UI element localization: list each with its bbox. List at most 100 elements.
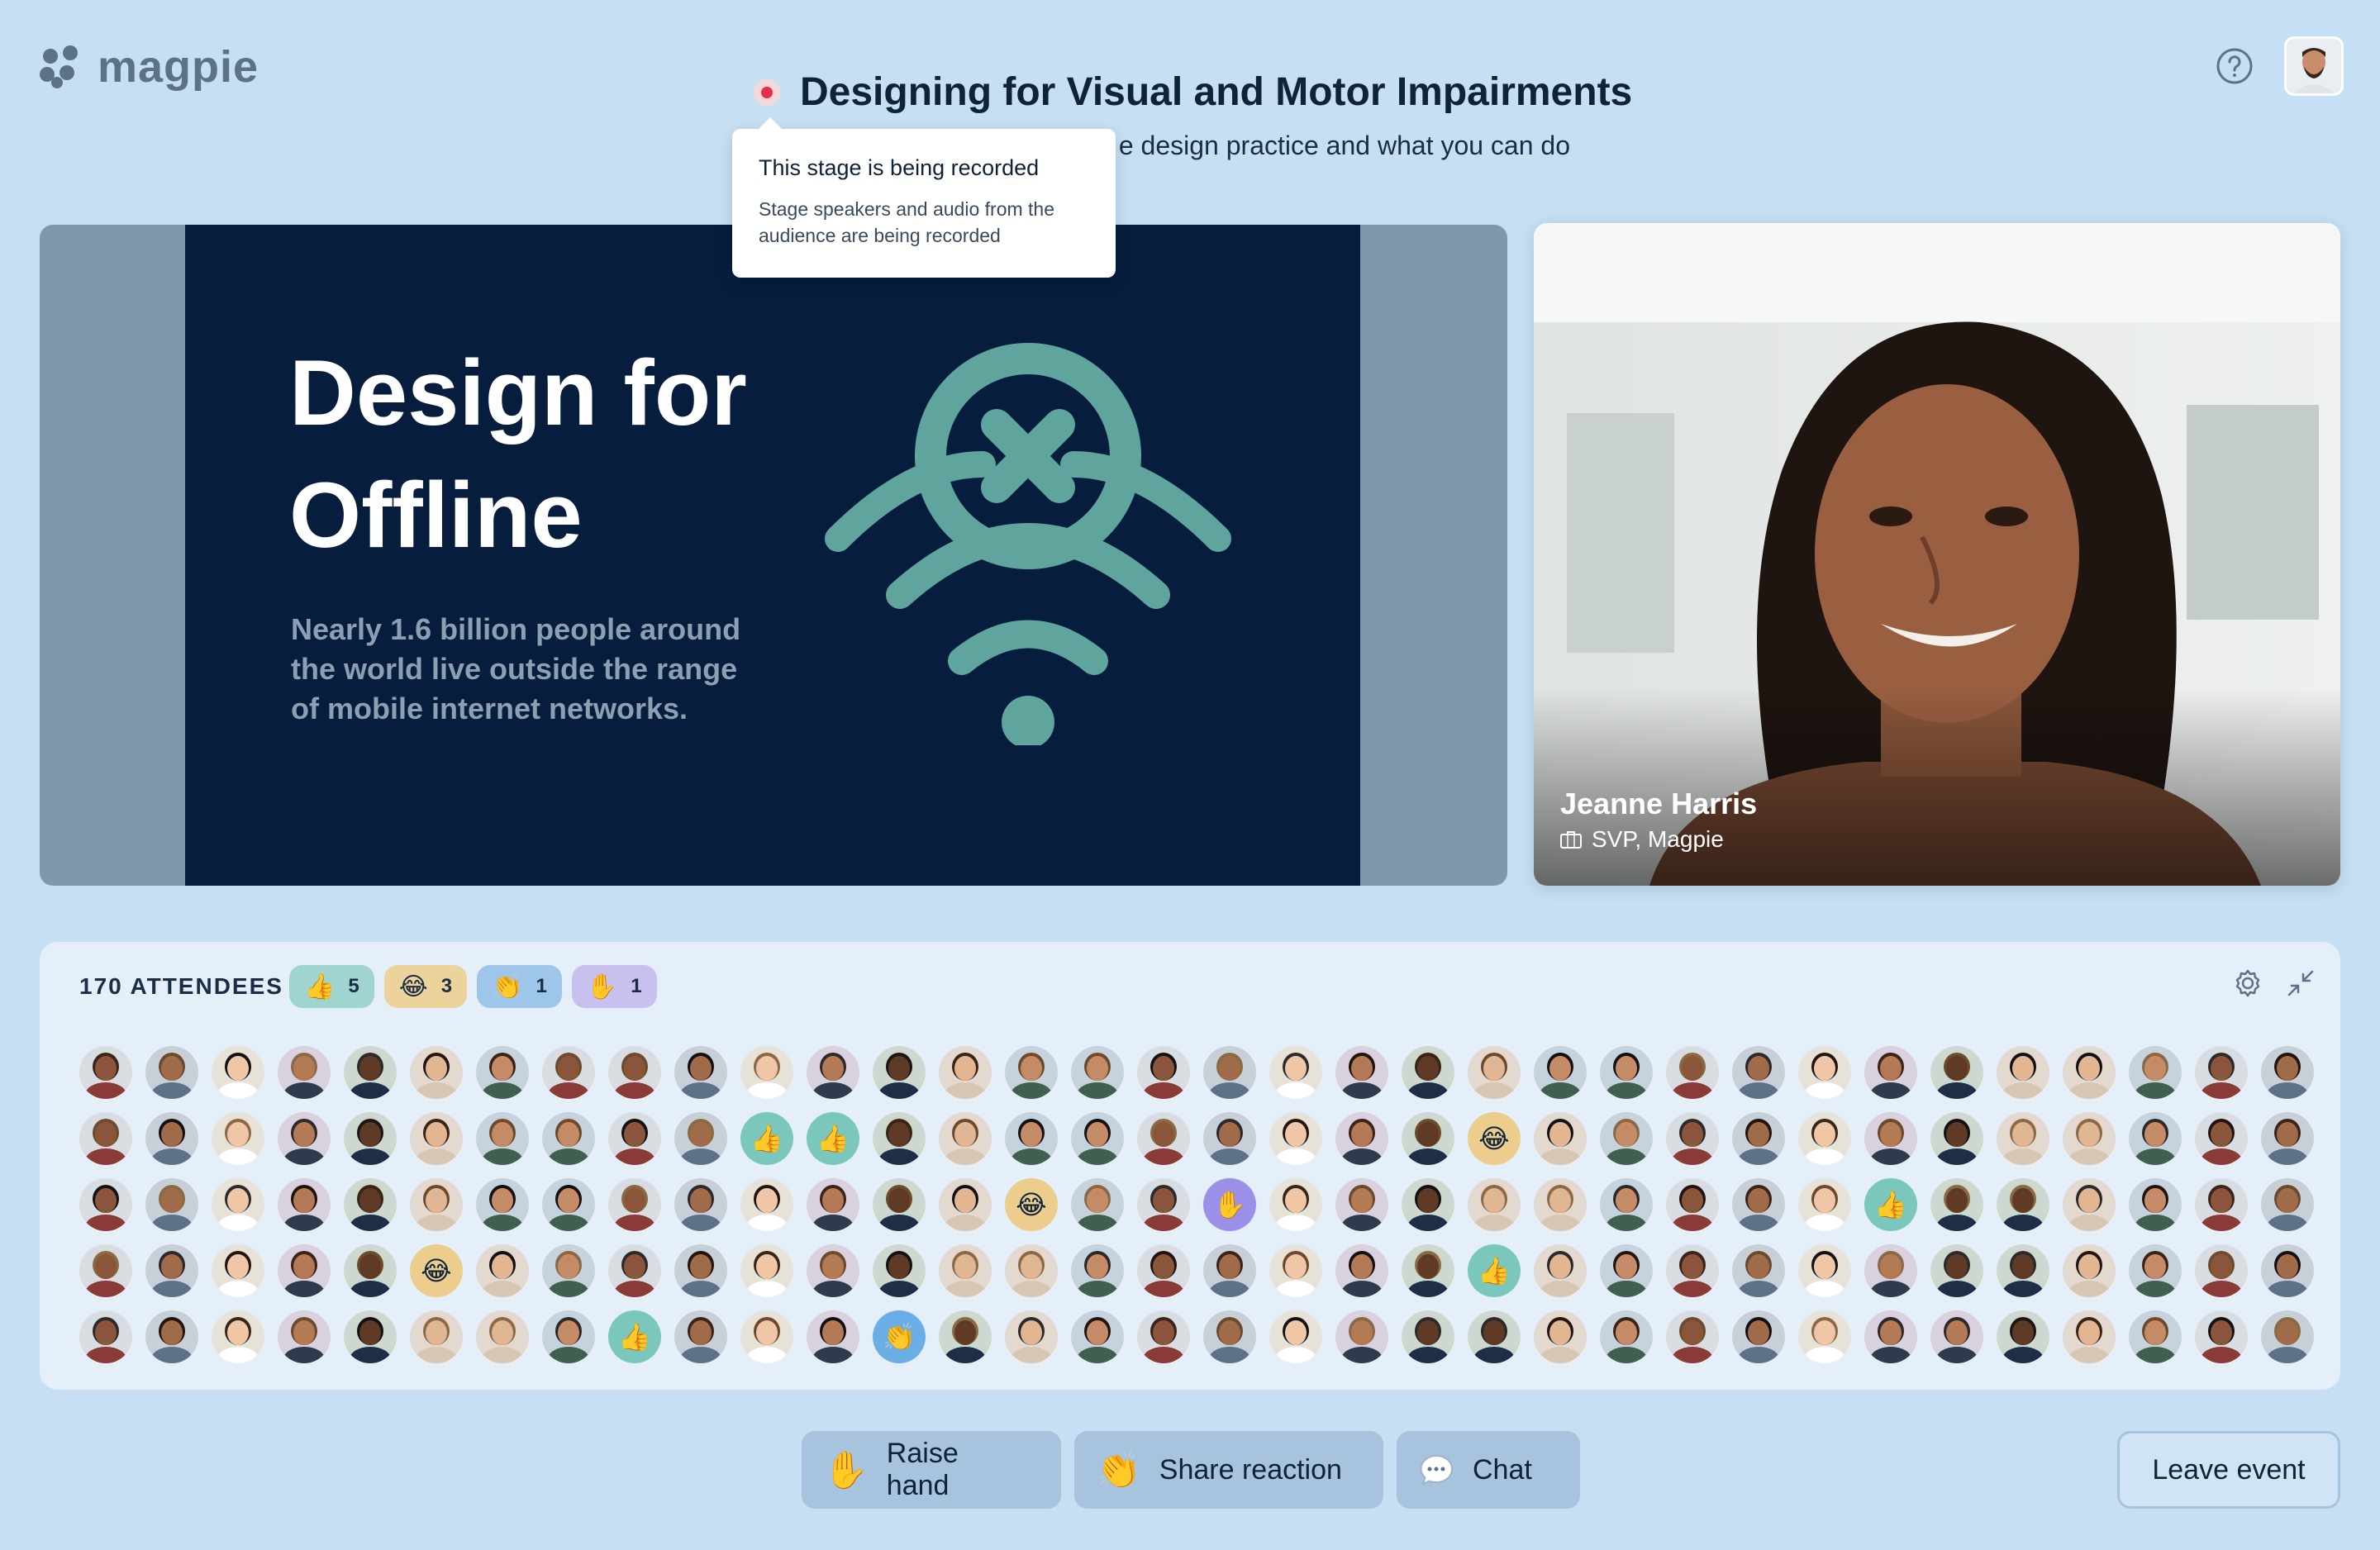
attendee-avatar[interactable] [1269,1244,1322,1297]
attendee-avatar[interactable] [1402,1112,1454,1165]
attendee-avatar[interactable] [476,1112,529,1165]
attendee-avatar[interactable] [674,1178,727,1231]
attendee-avatar[interactable] [542,1046,595,1099]
attendee-avatar[interactable] [79,1112,132,1165]
attendee-avatar[interactable] [1600,1310,1653,1363]
attendee-avatar[interactable] [873,1046,926,1099]
attendee-reaction-avatar[interactable]: 😂 [410,1244,463,1297]
attendee-avatar[interactable] [1269,1310,1322,1363]
attendee-avatar[interactable] [410,1310,463,1363]
attendee-avatar[interactable] [608,1178,661,1231]
attendee-avatar[interactable] [79,1178,132,1231]
attendee-avatar[interactable] [1203,1046,1256,1099]
attendee-avatar[interactable] [939,1310,992,1363]
attendee-avatar[interactable] [1798,1112,1851,1165]
attendee-avatar[interactable] [1137,1178,1190,1231]
recording-indicator-icon[interactable] [754,78,780,106]
attendee-avatar[interactable] [1864,1310,1917,1363]
attendee-reaction-avatar[interactable]: 👍 [608,1310,661,1363]
attendee-avatar[interactable] [1600,1178,1653,1231]
attendee-avatar[interactable] [1203,1244,1256,1297]
attendee-avatar[interactable] [1137,1112,1190,1165]
attendee-avatar[interactable] [2261,1178,2314,1231]
attendee-avatar[interactable] [2261,1046,2314,1099]
attendee-avatar[interactable] [2261,1112,2314,1165]
attendee-avatar[interactable] [1534,1046,1587,1099]
attendee-avatar[interactable] [278,1112,331,1165]
attendee-avatar[interactable] [807,1178,859,1231]
attendee-avatar[interactable] [1732,1112,1785,1165]
attendee-avatar[interactable] [1071,1310,1124,1363]
attendee-avatar[interactable] [2195,1178,2248,1231]
help-icon[interactable] [2215,46,2254,86]
attendee-avatar[interactable] [939,1244,992,1297]
attendee-avatar[interactable] [1732,1046,1785,1099]
attendee-avatar[interactable] [2129,1310,2182,1363]
attendee-avatar[interactable] [542,1112,595,1165]
attendee-avatar[interactable] [1534,1244,1587,1297]
chat-button[interactable]: Chat [1397,1431,1580,1509]
attendee-avatar[interactable] [344,1046,397,1099]
attendee-avatar[interactable] [1203,1112,1256,1165]
attendee-avatar[interactable] [1269,1178,1322,1231]
attendee-avatar[interactable] [1997,1310,2049,1363]
attendee-avatar[interactable] [1335,1244,1388,1297]
attendee-avatar[interactable] [145,1046,198,1099]
attendee-avatar[interactable] [344,1178,397,1231]
attendee-avatar[interactable] [608,1112,661,1165]
attendee-avatar[interactable] [410,1178,463,1231]
gear-icon[interactable] [2231,967,2264,1000]
attendee-avatar[interactable] [2129,1112,2182,1165]
attendee-avatar[interactable] [410,1112,463,1165]
attendee-reaction-avatar[interactable]: 👍 [740,1112,793,1165]
attendee-avatar[interactable] [212,1310,264,1363]
attendee-avatar[interactable] [1666,1178,1719,1231]
attendee-reaction-avatar[interactable]: 👍 [807,1112,859,1165]
attendee-avatar[interactable] [410,1046,463,1099]
attendee-avatar[interactable] [1137,1310,1190,1363]
attendee-avatar[interactable] [1930,1046,1983,1099]
attendee-avatar[interactable] [740,1244,793,1297]
attendee-avatar[interactable] [1864,1112,1917,1165]
attendee-avatar[interactable] [873,1112,926,1165]
attendee-avatar[interactable] [2063,1112,2116,1165]
attendee-avatar[interactable] [278,1244,331,1297]
attendee-avatar[interactable] [1997,1046,2049,1099]
attendee-avatar[interactable] [1402,1046,1454,1099]
attendee-avatar[interactable] [1930,1244,1983,1297]
attendee-avatar[interactable] [542,1244,595,1297]
attendee-avatar[interactable] [674,1046,727,1099]
attendee-avatar[interactable] [740,1046,793,1099]
attendee-avatar[interactable] [2195,1112,2248,1165]
attendee-avatar[interactable] [1468,1310,1521,1363]
attendee-avatar[interactable] [1666,1310,1719,1363]
attendee-avatar[interactable] [1335,1178,1388,1231]
share-reaction-button[interactable]: 👏 Share reaction [1074,1431,1383,1509]
attendee-avatar[interactable] [2063,1244,2116,1297]
attendee-avatar[interactable] [1997,1112,2049,1165]
attendee-avatar[interactable] [278,1178,331,1231]
attendee-avatar[interactable] [79,1046,132,1099]
attendee-avatar[interactable] [1666,1244,1719,1297]
attendee-avatar[interactable] [2261,1244,2314,1297]
attendee-avatar[interactable] [212,1178,264,1231]
attendee-reaction-avatar[interactable]: 👍 [1864,1178,1917,1231]
attendee-avatar[interactable] [1600,1046,1653,1099]
attendee-avatar[interactable] [939,1112,992,1165]
attendee-avatar[interactable] [1600,1244,1653,1297]
attendee-avatar[interactable] [740,1310,793,1363]
attendee-avatar[interactable] [145,1310,198,1363]
attendee-avatar[interactable] [344,1112,397,1165]
attendee-avatar[interactable] [2129,1244,2182,1297]
attendee-avatar[interactable] [1997,1178,2049,1231]
attendee-avatar[interactable] [1468,1046,1521,1099]
attendee-avatar[interactable] [1071,1178,1124,1231]
attendee-avatar[interactable] [1798,1178,1851,1231]
reaction-chip-laugh[interactable]: 😂 3 [383,965,468,1008]
speaker-video[interactable]: Jeanne Harris SVP, Magpie [1534,223,2340,886]
attendee-avatar[interactable] [2261,1310,2314,1363]
attendee-avatar[interactable] [476,1244,529,1297]
attendee-avatar[interactable] [1534,1178,1587,1231]
attendee-avatar[interactable] [1534,1112,1587,1165]
attendee-avatar[interactable] [674,1310,727,1363]
